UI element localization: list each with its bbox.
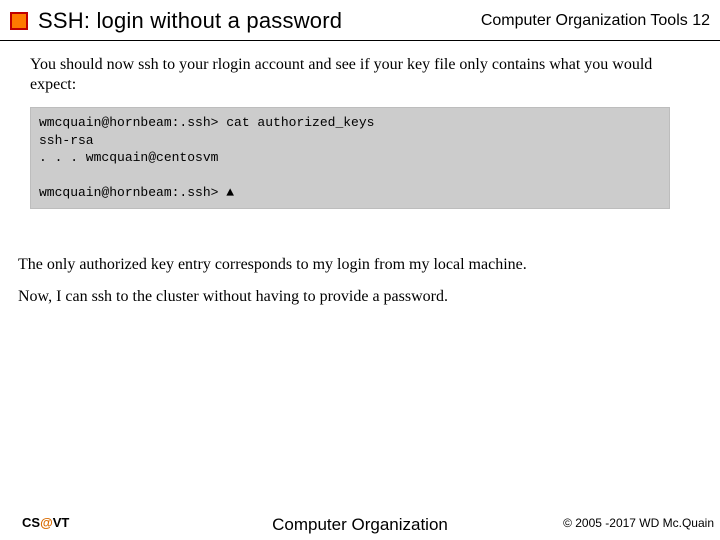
footer-vt: VT [53,515,70,530]
footer-cs: CS [22,515,40,530]
content-area: You should now ssh to your rlogin accoun… [0,41,720,209]
slide-footer: CS@VT Computer Organization © 2005 -2017… [0,515,720,530]
bullet-icon [10,12,28,30]
paragraph-2: The only authorized key entry correspond… [18,255,694,275]
footer-center: Computer Organization [272,515,448,535]
intro-paragraph: You should now ssh to your rlogin accoun… [30,55,694,95]
paragraph-3: Now, I can ssh to the cluster without ha… [18,287,694,307]
terminal-block: wmcquain@hornbeam:.ssh> cat authorized_k… [30,107,670,209]
course-label: Computer Organization Tools 12 [481,12,710,30]
content-area-2: The only authorized key entry correspond… [0,227,720,307]
footer-right: © 2005 -2017 WD Mc.Quain [563,516,714,530]
footer-left: CS@VT [22,515,69,530]
slide-header: SSH: login without a password Computer O… [0,0,720,40]
slide-title: SSH: login without a password [38,8,481,34]
footer-at: @ [40,515,53,530]
